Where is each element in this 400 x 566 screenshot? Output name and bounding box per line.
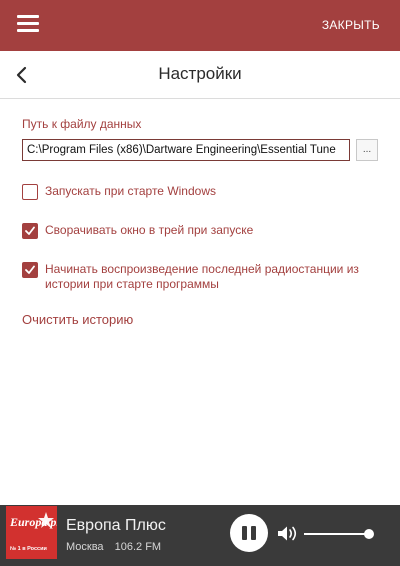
checkbox-checked[interactable] [22,262,38,278]
station-logo[interactable]: Europa plus № 1 в России [6,506,57,559]
volume-slider[interactable] [304,533,372,535]
checkmark-icon [25,265,35,274]
option-start-with-windows[interactable]: Запускать при старте Windows [22,184,216,200]
menu-icon[interactable] [17,15,39,33]
svg-text:Europa plus: Europa plus [9,515,57,529]
checkbox-checked[interactable] [22,223,38,239]
station-frequency: 106.2 FM [114,541,162,553]
top-bar: ЗАКРЫТЬ [0,0,400,51]
svg-text:№ 1 в России: № 1 в России [10,546,47,552]
checkbox-unchecked[interactable] [22,184,38,200]
pause-button[interactable] [230,514,268,552]
page-title: Настройки [158,64,242,83]
checkmark-icon [25,226,35,235]
player-bar [0,505,400,566]
close-button[interactable]: ЗАКРЫТЬ [322,18,380,32]
option-label: Начинать воспроизведение последней радио… [45,262,359,291]
volume-icon[interactable] [277,525,299,542]
clear-history-link[interactable]: Очистить историю [22,312,133,327]
option-label: Запускать при старте Windows [45,184,216,198]
option-minimize-to-tray[interactable]: Сворачивать окно в трей при запуске [22,223,253,239]
option-resume-last-station[interactable]: Начинать воспроизведение последней радио… [22,262,372,292]
pause-icon [242,526,247,540]
volume-slider-thumb[interactable] [364,529,374,539]
browse-button[interactable]: ... [356,139,378,161]
settings-header: Настройки [0,51,400,99]
option-label: Сворачивать окно в трей при запуске [45,223,254,237]
data-path-input[interactable] [22,139,350,161]
station-city: Москва [66,541,104,553]
station-name: Европа Плюс [66,517,166,534]
data-path-label: Путь к файлу данных [22,117,142,131]
station-info: Москва 106.2 FM [66,541,161,553]
